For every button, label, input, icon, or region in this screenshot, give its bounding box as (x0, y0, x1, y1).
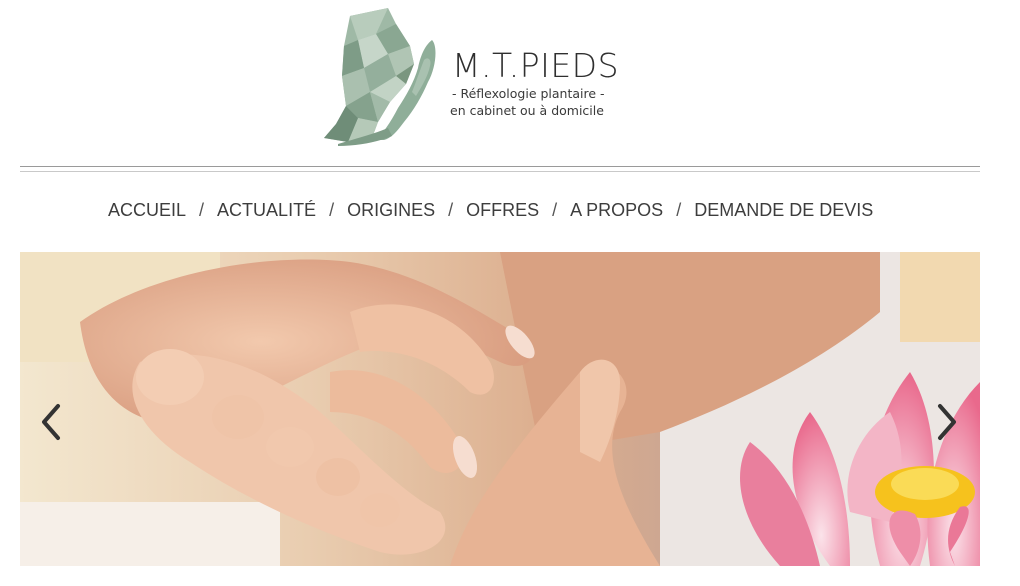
nav-separator: / (552, 200, 558, 220)
chevron-left-icon[interactable] (36, 400, 66, 444)
nav-item-origines[interactable]: ORIGINES (347, 200, 435, 221)
brand-name: M.T.PIEDS (452, 46, 620, 85)
header-divider (20, 166, 980, 167)
site-header: M.T.PIEDS - Réflexologie plantaire - en … (0, 0, 1020, 165)
site-logo[interactable]: M.T.PIEDS - Réflexologie plantaire - en … (318, 6, 638, 146)
nav-item-a-propos[interactable]: A PROPOS (570, 200, 663, 221)
nav-separator: / (448, 200, 454, 220)
nav-separator: / (199, 200, 205, 220)
nav-separator: / (329, 200, 335, 220)
foot-hand-logo-icon (324, 8, 436, 146)
brand-subtagline: en cabinet ou à domicile (450, 103, 604, 118)
nav-item-demande-de-devis[interactable]: DEMANDE DE DEVIS (694, 200, 873, 221)
nav-item-offres[interactable]: OFFRES (466, 200, 539, 221)
nav-item-accueil[interactable]: ACCUEIL (108, 200, 186, 221)
foot-massage-photo (20, 252, 980, 566)
header-divider-secondary (20, 171, 980, 172)
main-nav: ACCUEIL / ACTUALITÉ / ORIGINES / OFFRES … (108, 200, 873, 221)
nav-item-actualite[interactable]: ACTUALITÉ (217, 200, 316, 221)
chevron-right-icon[interactable] (932, 400, 962, 444)
brand-tagline: - Réflexologie plantaire - (452, 86, 605, 101)
hero-slider (20, 252, 980, 566)
nav-separator: / (676, 200, 682, 220)
